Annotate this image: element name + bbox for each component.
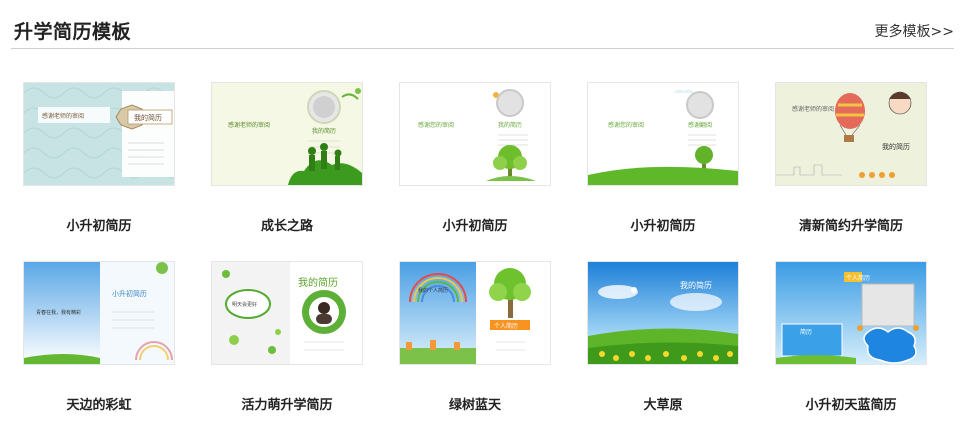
thumb-line1: 感谢老师的审阅	[792, 105, 834, 113]
template-title[interactable]: 小升初简历	[5, 215, 193, 234]
template-grid: 感谢老师的审阅 我的简历 小升初简历 感谢老师的审阅 我的简历 成长之路 感谢您…	[0, 0, 961, 428]
thumb-line2: 明天会更好	[232, 301, 257, 308]
template-title[interactable]: 小升初简历	[381, 215, 569, 234]
template-thumbnail[interactable]: 我的简历 明天会更好	[212, 262, 362, 364]
thumb-line2: 个人简历	[494, 322, 518, 330]
template-title[interactable]: 小升初简历	[569, 215, 757, 234]
template-thumbnail[interactable]: 个人简历 简历	[776, 262, 926, 364]
thumb-line2: 青春在我，我有精彩	[36, 309, 81, 316]
thumbnail-image: 感谢老师的审阅 我的简历	[776, 83, 926, 185]
thumb-line1: 我的个人简历	[418, 287, 448, 294]
template-title[interactable]: 清新简约升学简历	[757, 215, 945, 234]
template-thumbnail[interactable]: 感谢老师的审阅 我的简历	[24, 83, 174, 185]
thumbnail-image: 感谢老师的审阅 我的简历	[24, 83, 174, 185]
thumb-line1: 感谢您的审阅	[608, 121, 644, 129]
template-thumbnail[interactable]: 感谢您的审阅 感谢翻阅	[588, 83, 738, 185]
template-title[interactable]: 活力萌升学简历	[193, 394, 381, 413]
thumbnail-image: 我的个人简历 个人简历	[400, 262, 550, 364]
thumbnail-image: 小升初简历 青春在我，我有精彩	[24, 262, 174, 364]
template-thumbnail[interactable]: 我的个人简历 个人简历	[400, 262, 550, 364]
thumb-line1: 我的简历	[298, 276, 338, 289]
thumb-line2: 我的简历	[312, 127, 336, 135]
thumbnail-image: 我的简历	[588, 262, 738, 364]
thumb-line1: 感谢老师的审阅	[228, 121, 270, 129]
thumb-line1: 感谢您的审阅	[418, 121, 454, 129]
template-title[interactable]: 大草原	[569, 394, 757, 413]
thumb-line1: 个人简历	[846, 274, 870, 282]
template-title[interactable]: 小升初天蓝简历	[757, 394, 945, 413]
thumb-line2: 我的简历	[882, 142, 910, 151]
thumbnail-image: 感谢您的审阅 感谢翻阅	[588, 83, 738, 185]
thumbnail-image: 我的简历 明天会更好	[212, 262, 362, 364]
thumb-line1: 我的简历	[680, 280, 712, 290]
template-title[interactable]: 绿树蓝天	[381, 394, 569, 413]
thumbnail-image: 感谢老师的审阅 我的简历	[212, 83, 362, 185]
thumb-line2: 我的简历	[134, 113, 162, 122]
thumb-line2: 感谢翻阅	[688, 121, 712, 129]
template-title[interactable]: 天边的彩虹	[5, 394, 193, 413]
thumbnail-image: 个人简历 简历	[776, 262, 926, 364]
template-thumbnail[interactable]: 感谢您的审阅 我的简历	[400, 83, 550, 185]
template-title[interactable]: 成长之路	[193, 215, 381, 234]
template-thumbnail[interactable]: 小升初简历 青春在我，我有精彩	[24, 262, 174, 364]
template-thumbnail[interactable]: 我的简历	[588, 262, 738, 364]
thumb-line1: 感谢老师的审阅	[42, 112, 84, 120]
template-thumbnail[interactable]: 感谢老师的审阅 我的简历	[212, 83, 362, 185]
thumbnail-image: 感谢您的审阅 我的简历	[400, 83, 550, 185]
thumb-line1: 小升初简历	[112, 289, 147, 298]
thumb-line2: 简历	[800, 328, 812, 336]
template-thumbnail[interactable]: 感谢老师的审阅 我的简历	[776, 83, 926, 185]
thumb-line2: 我的简历	[498, 121, 522, 129]
